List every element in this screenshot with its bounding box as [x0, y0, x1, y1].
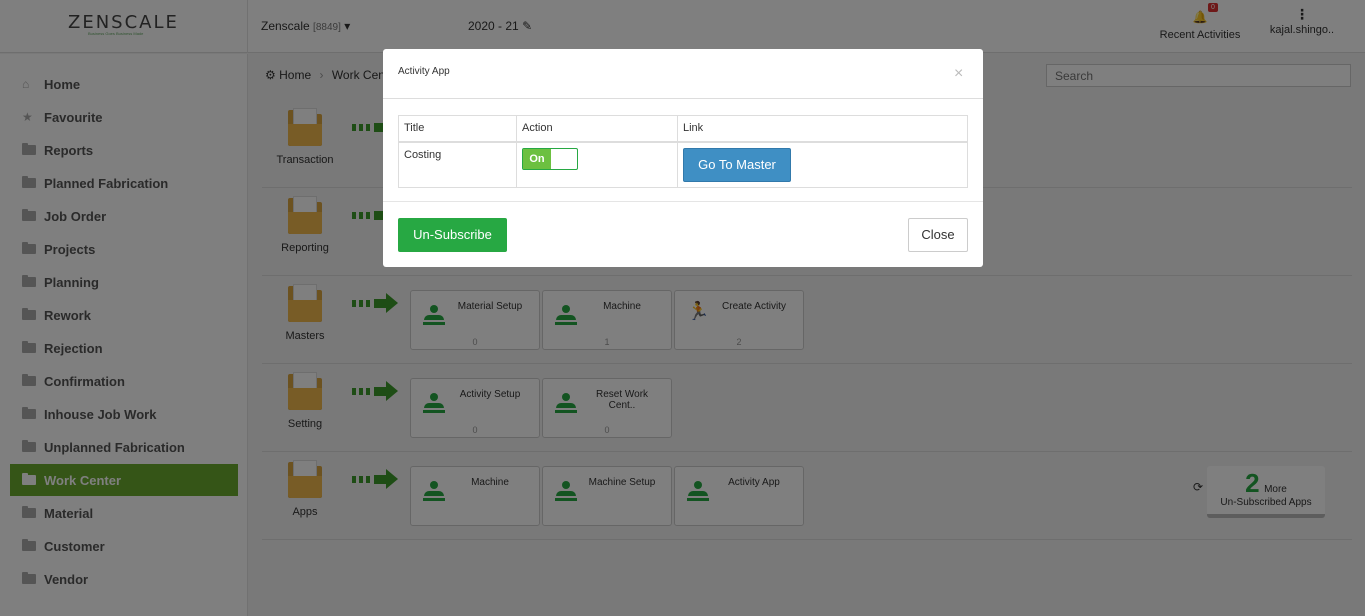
cell-action: On	[516, 141, 678, 188]
column-header-title: Title	[398, 115, 517, 143]
activity-app-modal: Activity App × Title Action Link Costing…	[383, 49, 983, 267]
cell-title: Costing	[398, 141, 517, 188]
subscription-table: Title Action Link Costing On Go To Maste…	[398, 115, 968, 188]
modal-footer: Un-Subscribe Close	[383, 201, 983, 267]
column-header-link: Link	[677, 115, 968, 143]
toggle-label: On	[523, 148, 551, 169]
table-row: Costing On Go To Master	[398, 141, 968, 188]
column-header-action: Action	[516, 115, 678, 143]
subscription-toggle[interactable]: On	[522, 147, 578, 170]
cell-link: Go To Master	[677, 141, 968, 188]
go-to-master-button[interactable]: Go To Master	[683, 147, 791, 182]
modal-title: Activity App	[398, 66, 450, 77]
close-icon[interactable]: ×	[954, 65, 963, 83]
close-button[interactable]: Close	[908, 218, 968, 252]
unsubscribe-button[interactable]: Un-Subscribe	[398, 218, 507, 252]
modal-header: Activity App ×	[383, 49, 983, 99]
